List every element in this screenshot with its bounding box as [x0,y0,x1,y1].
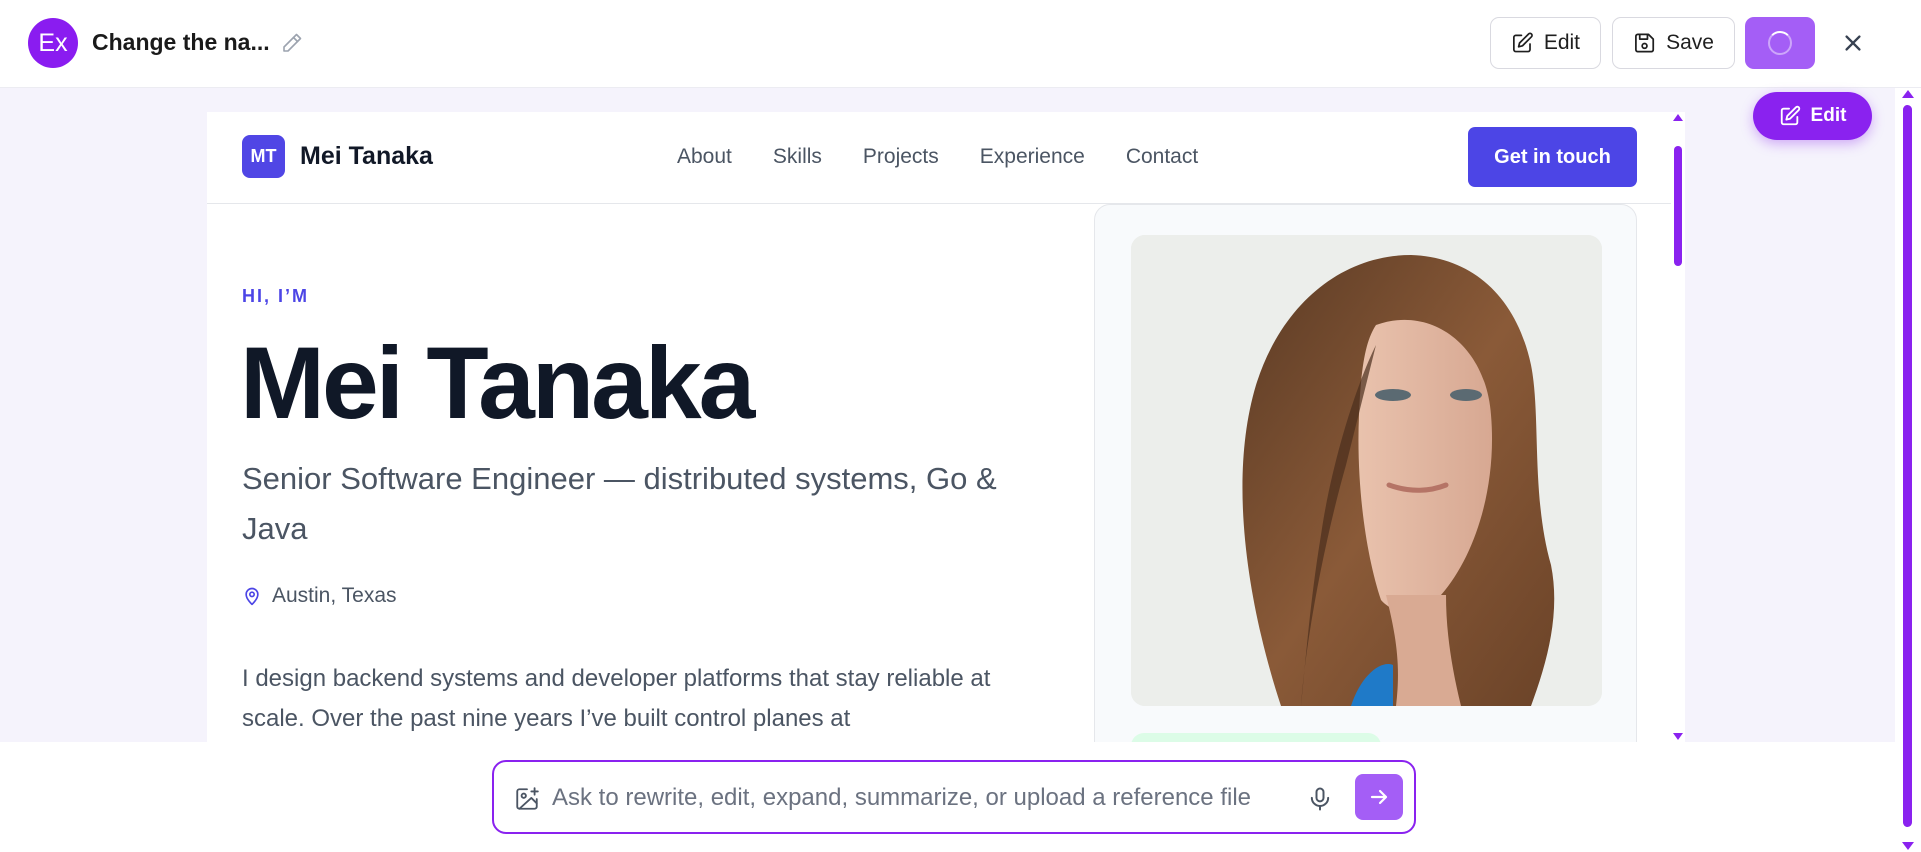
pencil-icon[interactable] [280,31,304,55]
loading-spinner-icon [1768,31,1792,55]
arrow-right-icon [1370,789,1388,805]
location-text: Austin, Texas [272,584,397,607]
nav-link-skills[interactable]: Skills [773,145,822,169]
hero-name: Mei Tanaka [240,326,755,440]
site-logo-name[interactable]: Mei Tanaka [300,142,433,171]
portrait-image [1131,235,1602,706]
square-pencil-icon [1780,105,1800,126]
save-button-label: Save [1666,31,1714,54]
square-pencil-icon [1512,32,1533,53]
scroll-thumb[interactable] [1674,146,1682,266]
app-toolbar: Ex Change the na... Edit Save [0,0,1921,88]
processing-button[interactable] [1745,17,1815,69]
close-button[interactable] [1838,28,1868,58]
nav-link-about[interactable]: About [677,145,732,169]
document-title[interactable]: Change the na... [92,29,270,56]
floating-edit-button[interactable]: Edit [1753,92,1872,140]
profile-card [1094,204,1637,742]
site-logo[interactable]: MT [242,135,285,178]
microphone-icon[interactable] [1306,785,1334,813]
floating-edit-label: Edit [1810,105,1847,126]
scroll-down-icon[interactable] [1673,733,1683,740]
scroll-thumb[interactable] [1903,105,1912,827]
edit-button[interactable]: Edit [1490,17,1601,69]
floppy-icon [1635,33,1655,53]
send-button[interactable] [1355,774,1403,820]
edit-button-label: Edit [1543,31,1580,54]
profile-photo [1131,235,1602,706]
close-icon [1845,35,1861,51]
location: Austin, Texas [242,584,397,608]
nav-link-experience[interactable]: Experience [980,145,1085,169]
prompt-box [492,760,1416,834]
site-preview: MT Mei Tanaka About Skills Projects Expe… [207,112,1685,742]
hero-bio: I design backend systems and developer p… [242,665,991,732]
nav-link-projects[interactable]: Projects [863,145,939,169]
get-in-touch-button[interactable]: Get in touch [1468,127,1637,187]
scroll-down-icon[interactable] [1902,842,1914,850]
site-navbar: MT Mei Tanaka About Skills Projects Expe… [207,112,1671,204]
hero-subtitle: Senior Software Engineer — distributed s… [242,461,997,546]
scroll-up-icon[interactable] [1673,114,1683,121]
site-nav-links: About Skills Projects Experience Contact [677,145,1239,169]
map-pin-icon [245,587,259,606]
save-button[interactable]: Save [1612,17,1735,69]
prompt-area [0,742,1895,852]
prompt-input[interactable] [552,776,1292,820]
nav-link-contact[interactable]: Contact [1126,145,1198,169]
image-plus-icon[interactable] [514,786,540,812]
preview-scrollbar[interactable] [1671,112,1685,742]
status-badge [1131,733,1381,742]
hero-eyebrow: HI, I’M [242,286,309,306]
window-scrollbar[interactable] [1895,88,1921,852]
scroll-up-icon[interactable] [1902,90,1914,98]
user-avatar[interactable]: Ex [28,18,78,68]
